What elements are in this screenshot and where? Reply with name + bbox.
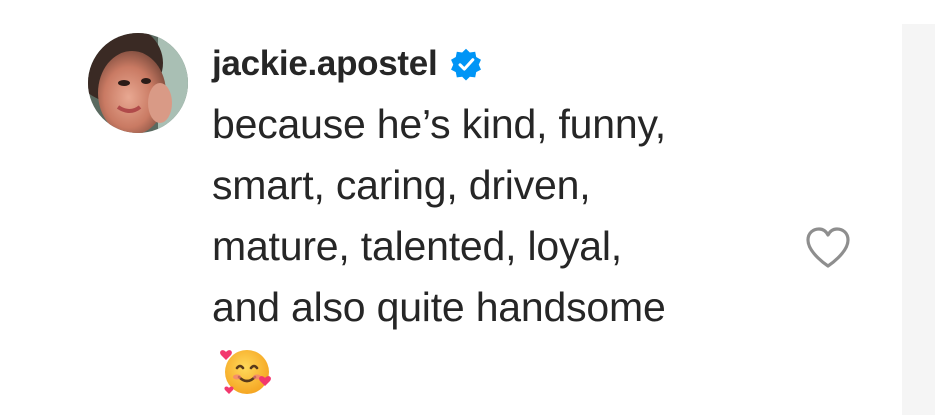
avatar-photo (88, 33, 188, 133)
comment: jackie.apostel because he’s kind, funny,… (0, 0, 902, 415)
like-button[interactable] (804, 226, 852, 270)
smiling-face-with-hearts-icon (218, 342, 274, 398)
username-link[interactable]: jackie.apostel (212, 42, 438, 86)
comment-text: because he’s kind, funny, smart, caring,… (212, 101, 666, 330)
page: jackie.apostel because he’s kind, funny,… (0, 0, 935, 415)
heart-outline-icon (806, 227, 850, 268)
avatar[interactable] (88, 33, 188, 133)
username-row: jackie.apostel (212, 42, 483, 86)
scroll-gutter (902, 24, 935, 415)
verified-badge-icon (449, 47, 483, 81)
